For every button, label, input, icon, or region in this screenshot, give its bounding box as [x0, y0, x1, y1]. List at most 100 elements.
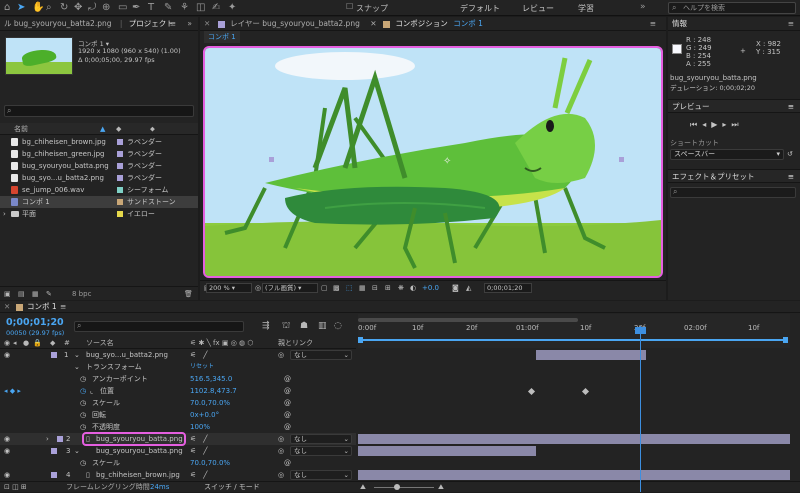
workspace-learn[interactable]: 学習 [578, 3, 594, 14]
parent-link-icon[interactable]: ◎ [278, 349, 284, 361]
comp-mini-flowchart-icon[interactable]: ⇶ [262, 321, 270, 331]
tab-project[interactable]: プロジェクト [129, 19, 174, 28]
label-swatch[interactable] [117, 187, 123, 193]
exposure-value[interactable]: +0.0 [422, 281, 439, 295]
stopwatch-icon[interactable]: ◷ [80, 397, 86, 409]
pan-behind-tool-icon[interactable]: ⊕ [102, 2, 110, 13]
parent-link-icon[interactable]: ◎ [278, 469, 284, 481]
info-title[interactable]: 情報 [672, 19, 687, 28]
puppet-pin-icon[interactable]: ✦ [228, 2, 236, 13]
timecode-field[interactable]: 0;00;01;20 [484, 283, 532, 293]
label-swatch[interactable] [51, 472, 57, 478]
home-icon[interactable]: ⌂ [4, 2, 10, 13]
project-search-input[interactable]: ⌕ [4, 105, 194, 117]
track-area[interactable] [358, 349, 800, 492]
label-swatch[interactable] [117, 163, 123, 169]
eye-icon[interactable]: ◉ [4, 349, 10, 361]
parent-dropdown[interactable]: なし ⌄ [290, 446, 352, 456]
flowchart-icon[interactable]: ✎ [46, 287, 52, 301]
roto-brush-icon[interactable]: ✍ [212, 2, 220, 13]
graph-icon[interactable]: ⌞ [90, 385, 93, 397]
label-column-icon[interactable]: ◆ [50, 337, 55, 349]
layer-bar[interactable] [358, 446, 536, 456]
last-frame-icon[interactable]: ⏭ [731, 120, 743, 129]
chevron-down-icon[interactable]: ⌄ [74, 349, 80, 361]
region-of-interest-icon[interactable]: ▢ [321, 281, 328, 295]
stopwatch-active-icon[interactable]: ◷ [80, 385, 86, 397]
layer-name[interactable]: bug_syouryou_batta.png [96, 445, 183, 457]
work-area-bar[interactable] [358, 318, 578, 322]
layer-bar[interactable] [358, 434, 790, 444]
work-area-start[interactable] [358, 337, 363, 343]
workspace-review[interactable]: レビュー [522, 3, 554, 14]
effects-search-input[interactable]: ⌕ [670, 187, 796, 198]
stopwatch-icon[interactable]: ◷ [80, 373, 86, 385]
effects-title[interactable]: エフェクト＆プリセット [672, 172, 755, 181]
layer-row[interactable]: ◉ 1 ⌄ bug_syo...u_batta2.png ⚟ ╱ ◎ なし ⌄ [0, 349, 356, 361]
composition-viewer[interactable]: ✧ [203, 46, 663, 278]
color-channel-icon[interactable]: ❋ [398, 281, 404, 295]
snapshot-icon[interactable]: ◙ [452, 281, 459, 295]
stopwatch-icon[interactable]: ◷ [80, 457, 86, 469]
parent-column[interactable]: 親とリンク [278, 337, 313, 349]
audio-toggle-icon[interactable]: ◂ [13, 337, 17, 349]
pen-tool-icon[interactable]: ✒ [132, 2, 140, 13]
work-area-end[interactable] [783, 337, 788, 343]
layer-bar[interactable] [536, 350, 646, 360]
grid-icon[interactable]: ▦ [359, 281, 366, 295]
chevron-right-icon[interactable]: › [3, 208, 6, 220]
project-item[interactable]: bug_syo...u_batta2.png ラベンダー [0, 172, 198, 184]
panel-menu-icon[interactable]: ≡ [788, 170, 794, 184]
property-value[interactable]: 100% [190, 421, 210, 433]
workspace-menu-icon[interactable]: » [640, 2, 646, 12]
label-column-icon[interactable]: ◆ [116, 123, 121, 135]
close-icon[interactable]: ✕ [4, 301, 10, 313]
panel-menu-icon[interactable]: ≡ [650, 17, 656, 30]
property-value[interactable]: 70.0,70.0% [190, 397, 230, 409]
label-swatch[interactable] [117, 175, 123, 181]
workspace-default[interactable]: デフォルト [460, 3, 500, 14]
layer-switches-pane-icon[interactable]: ⊡ ◫ ⊞ [4, 482, 27, 493]
chevron-right-icon[interactable]: › [46, 433, 49, 445]
chevron-down-icon[interactable]: ⌄ [74, 445, 80, 457]
property-row[interactable]: ◷ アンカーポイント 516.5,345.0 @ [0, 373, 356, 385]
rectangle-tool-icon[interactable]: ▭ [118, 2, 127, 13]
panel-menu-icon[interactable]: ≡ [788, 17, 794, 30]
resolution-dropdown[interactable]: (フル画質) ▾ [262, 283, 318, 293]
project-folder[interactable]: › 平面 イエロー [0, 208, 198, 220]
new-folder-icon[interactable]: ▤ [18, 287, 25, 301]
selection-tool-icon[interactable]: ➤ [17, 2, 25, 13]
close-icon[interactable]: ✕ [370, 19, 376, 28]
pick-whip-icon[interactable]: @ [284, 409, 291, 421]
hand-tool-icon[interactable]: ✋ [32, 2, 44, 13]
eraser-tool-icon[interactable]: ◫ [196, 2, 205, 13]
zoom-out-icon[interactable]: ⛰ [360, 482, 366, 493]
bit-depth-label[interactable]: 8 bpc [72, 287, 91, 301]
keyframe[interactable] [527, 387, 536, 396]
layer-switches[interactable]: ⚟ ╱ [190, 445, 208, 457]
motion-blur-icon[interactable]: ◌ [334, 321, 342, 331]
interpret-footage-icon[interactable]: ▣ [4, 287, 11, 301]
property-row[interactable]: ◂ ◆ ▸ ◷ ⌞ 位置 1102.8,473.7 @ [0, 385, 356, 397]
property-value[interactable]: 1102.8,473.7 [190, 385, 237, 397]
source-name-column[interactable]: ソース名 [86, 337, 114, 349]
property-value[interactable]: 516.5,345.0 [190, 373, 232, 385]
zoom-dropdown[interactable]: 200 % ▾ [206, 283, 252, 293]
help-search-input[interactable]: ⌕ ヘルプを検索 [668, 2, 796, 14]
current-time-display[interactable]: 0;00;01;20 [6, 317, 64, 328]
exposure-icon[interactable]: ◐ [410, 281, 416, 295]
view-menu-icon[interactable]: ⊞ [385, 281, 391, 295]
brush-tool-icon[interactable]: ✎ [164, 2, 172, 13]
layer-name[interactable]: bg_chiheisen_brown.jpg [96, 469, 180, 481]
tab-layer-source[interactable]: ル bug_syouryou_batta2.png [4, 19, 111, 28]
pick-whip-icon[interactable]: @ [284, 385, 291, 397]
property-value[interactable]: 70.0,70.0% [190, 457, 230, 469]
playhead-handle[interactable] [635, 327, 646, 334]
pick-whip-icon[interactable]: @ [284, 457, 291, 469]
parent-dropdown[interactable]: なし ⌄ [290, 434, 352, 444]
rotate-tool-icon[interactable]: ⤾ [88, 2, 96, 13]
orbit-tool-icon[interactable]: ↻ [60, 2, 68, 13]
column-name[interactable]: 名前 [14, 123, 28, 135]
eye-icon[interactable]: ◉ [4, 433, 10, 445]
pick-whip-icon[interactable]: @ [284, 373, 291, 385]
